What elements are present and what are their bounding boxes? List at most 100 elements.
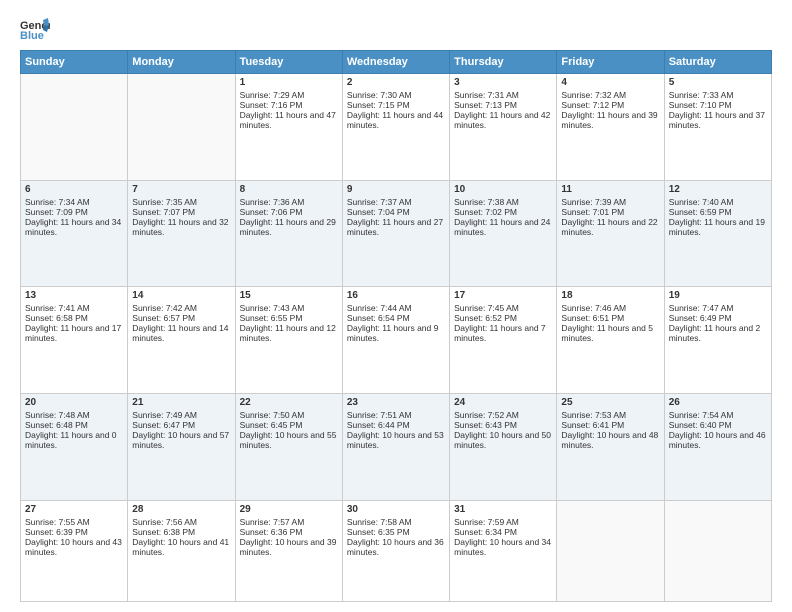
daylight-text: Daylight: 11 hours and 37 minutes. xyxy=(669,110,767,130)
day-number: 12 xyxy=(669,184,767,195)
weekday-header: Sunday xyxy=(21,51,128,74)
sunrise-text: Sunrise: 7:45 AM xyxy=(454,303,552,313)
calendar-cell: 28Sunrise: 7:56 AMSunset: 6:38 PMDayligh… xyxy=(128,500,235,602)
calendar-cell xyxy=(664,500,771,602)
logo-graphic: General Blue xyxy=(20,18,50,40)
sunset-text: Sunset: 6:55 PM xyxy=(240,313,338,323)
daylight-text: Daylight: 10 hours and 50 minutes. xyxy=(454,430,552,450)
sunset-text: Sunset: 6:35 PM xyxy=(347,527,445,537)
daylight-text: Daylight: 11 hours and 9 minutes. xyxy=(347,323,445,343)
sunrise-text: Sunrise: 7:44 AM xyxy=(347,303,445,313)
sunrise-text: Sunrise: 7:53 AM xyxy=(561,410,659,420)
daylight-text: Daylight: 11 hours and 12 minutes. xyxy=(240,323,338,343)
day-number: 1 xyxy=(240,77,338,88)
calendar-cell: 20Sunrise: 7:48 AMSunset: 6:48 PMDayligh… xyxy=(21,393,128,500)
sunrise-text: Sunrise: 7:37 AM xyxy=(347,197,445,207)
daylight-text: Daylight: 10 hours and 36 minutes. xyxy=(347,537,445,557)
day-number: 18 xyxy=(561,290,659,301)
sunrise-text: Sunrise: 7:34 AM xyxy=(25,197,123,207)
sunset-text: Sunset: 7:09 PM xyxy=(25,207,123,217)
day-number: 10 xyxy=(454,184,552,195)
day-number: 20 xyxy=(25,397,123,408)
sunrise-text: Sunrise: 7:47 AM xyxy=(669,303,767,313)
day-number: 8 xyxy=(240,184,338,195)
daylight-text: Daylight: 11 hours and 14 minutes. xyxy=(132,323,230,343)
sunset-text: Sunset: 6:38 PM xyxy=(132,527,230,537)
calendar-cell xyxy=(128,74,235,181)
calendar-cell: 12Sunrise: 7:40 AMSunset: 6:59 PMDayligh… xyxy=(664,180,771,287)
svg-text:Blue: Blue xyxy=(20,30,44,40)
calendar-cell: 13Sunrise: 7:41 AMSunset: 6:58 PMDayligh… xyxy=(21,287,128,394)
day-number: 7 xyxy=(132,184,230,195)
daylight-text: Daylight: 11 hours and 32 minutes. xyxy=(132,217,230,237)
day-number: 3 xyxy=(454,77,552,88)
daylight-text: Daylight: 11 hours and 29 minutes. xyxy=(240,217,338,237)
sunset-text: Sunset: 6:49 PM xyxy=(669,313,767,323)
sunset-text: Sunset: 6:39 PM xyxy=(25,527,123,537)
daylight-text: Daylight: 11 hours and 22 minutes. xyxy=(561,217,659,237)
sunset-text: Sunset: 6:45 PM xyxy=(240,420,338,430)
calendar-cell: 29Sunrise: 7:57 AMSunset: 6:36 PMDayligh… xyxy=(235,500,342,602)
sunrise-text: Sunrise: 7:56 AM xyxy=(132,517,230,527)
daylight-text: Daylight: 10 hours and 55 minutes. xyxy=(240,430,338,450)
sunset-text: Sunset: 6:41 PM xyxy=(561,420,659,430)
day-number: 14 xyxy=(132,290,230,301)
sunrise-text: Sunrise: 7:51 AM xyxy=(347,410,445,420)
sunset-text: Sunset: 6:58 PM xyxy=(25,313,123,323)
day-number: 6 xyxy=(25,184,123,195)
sunset-text: Sunset: 6:34 PM xyxy=(454,527,552,537)
day-number: 27 xyxy=(25,504,123,515)
sunset-text: Sunset: 7:13 PM xyxy=(454,100,552,110)
calendar-cell: 21Sunrise: 7:49 AMSunset: 6:47 PMDayligh… xyxy=(128,393,235,500)
weekday-header: Tuesday xyxy=(235,51,342,74)
weekday-header: Saturday xyxy=(664,51,771,74)
sunset-text: Sunset: 6:47 PM xyxy=(132,420,230,430)
sunset-text: Sunset: 6:59 PM xyxy=(669,207,767,217)
sunrise-text: Sunrise: 7:40 AM xyxy=(669,197,767,207)
logo: General Blue xyxy=(20,18,50,40)
calendar-cell: 18Sunrise: 7:46 AMSunset: 6:51 PMDayligh… xyxy=(557,287,664,394)
day-number: 23 xyxy=(347,397,445,408)
daylight-text: Daylight: 11 hours and 27 minutes. xyxy=(347,217,445,237)
sunset-text: Sunset: 6:40 PM xyxy=(669,420,767,430)
day-number: 29 xyxy=(240,504,338,515)
sunset-text: Sunset: 6:51 PM xyxy=(561,313,659,323)
calendar-cell: 1Sunrise: 7:29 AMSunset: 7:16 PMDaylight… xyxy=(235,74,342,181)
sunset-text: Sunset: 6:54 PM xyxy=(347,313,445,323)
day-number: 17 xyxy=(454,290,552,301)
sunrise-text: Sunrise: 7:55 AM xyxy=(25,517,123,527)
sunrise-text: Sunrise: 7:54 AM xyxy=(669,410,767,420)
sunset-text: Sunset: 7:06 PM xyxy=(240,207,338,217)
day-number: 13 xyxy=(25,290,123,301)
daylight-text: Daylight: 10 hours and 57 minutes. xyxy=(132,430,230,450)
calendar-cell: 2Sunrise: 7:30 AMSunset: 7:15 PMDaylight… xyxy=(342,74,449,181)
day-number: 19 xyxy=(669,290,767,301)
sunrise-text: Sunrise: 7:50 AM xyxy=(240,410,338,420)
sunrise-text: Sunrise: 7:52 AM xyxy=(454,410,552,420)
sunset-text: Sunset: 6:57 PM xyxy=(132,313,230,323)
sunrise-text: Sunrise: 7:38 AM xyxy=(454,197,552,207)
sunrise-text: Sunrise: 7:36 AM xyxy=(240,197,338,207)
calendar-cell: 31 Sunrise: 7:59 AMSunset: 6:34 PMDayligh… xyxy=(450,500,557,602)
day-number: 15 xyxy=(240,290,338,301)
sunrise-text: Sunrise: 7:59 AM xyxy=(454,517,552,527)
sunset-text: Sunset: 7:04 PM xyxy=(347,207,445,217)
daylight-text: Daylight: 10 hours and 34 minutes. xyxy=(454,537,552,557)
weekday-header: Wednesday xyxy=(342,51,449,74)
calendar-cell: 10Sunrise: 7:38 AMSunset: 7:02 PMDayligh… xyxy=(450,180,557,287)
sunrise-text: Sunrise: 7:58 AM xyxy=(347,517,445,527)
calendar-cell: 7Sunrise: 7:35 AMSunset: 7:07 PMDaylight… xyxy=(128,180,235,287)
day-number: 31 xyxy=(454,504,552,515)
day-number: 25 xyxy=(561,397,659,408)
day-number: 30 xyxy=(347,504,445,515)
day-number: 22 xyxy=(240,397,338,408)
calendar-cell: 25Sunrise: 7:53 AMSunset: 6:41 PMDayligh… xyxy=(557,393,664,500)
daylight-text: Daylight: 10 hours and 46 minutes. xyxy=(669,430,767,450)
day-number: 2 xyxy=(347,77,445,88)
sunrise-text: Sunrise: 7:41 AM xyxy=(25,303,123,313)
daylight-text: Daylight: 11 hours and 44 minutes. xyxy=(347,110,445,130)
sunset-text: Sunset: 7:07 PM xyxy=(132,207,230,217)
sunset-text: Sunset: 7:15 PM xyxy=(347,100,445,110)
daylight-text: Daylight: 11 hours and 24 minutes. xyxy=(454,217,552,237)
calendar-cell: 15Sunrise: 7:43 AMSunset: 6:55 PMDayligh… xyxy=(235,287,342,394)
